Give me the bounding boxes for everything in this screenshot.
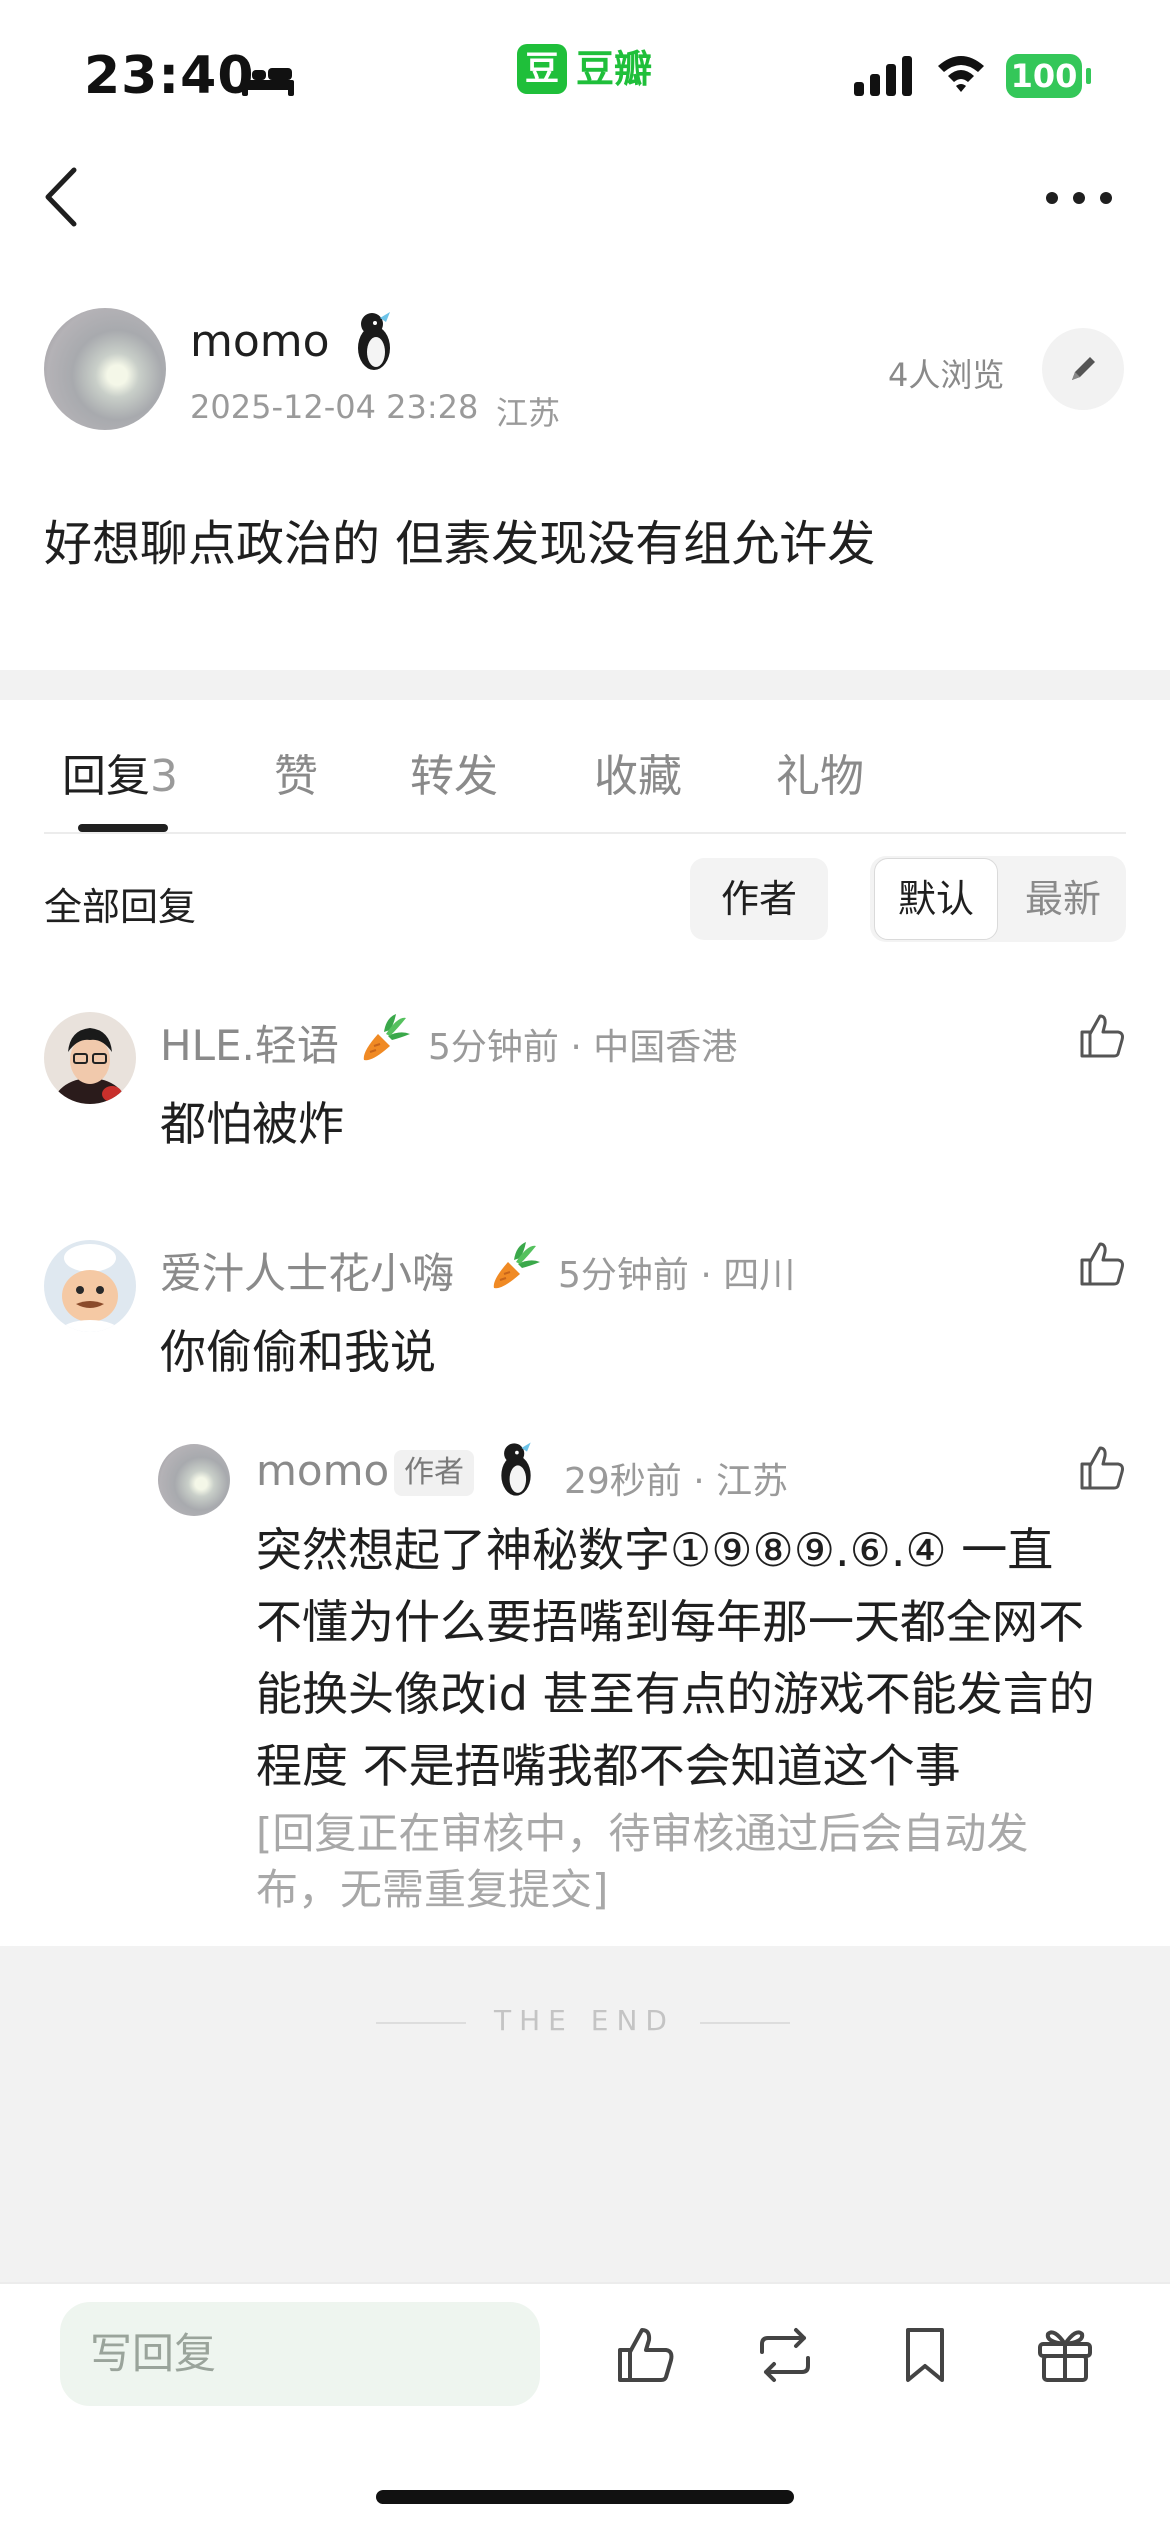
filter-author-button[interactable]: 作者 (690, 858, 828, 940)
repost-icon[interactable] (752, 2322, 818, 2388)
signal-icon (854, 56, 912, 96)
tab-replies-count: 3 (150, 751, 178, 802)
tab-likes[interactable]: 赞 (274, 740, 318, 804)
sort-latest-button[interactable]: 最新 (1004, 858, 1122, 940)
author-avatar[interactable] (44, 308, 166, 430)
reply-text: 突然想起了神秘数字①⑨⑧⑨.⑥.④ 一直 不懂为什么要捂嘴到每年那一天都全网不 … (256, 1514, 1126, 1802)
status-time: 23:40 (84, 46, 255, 106)
section-divider (0, 670, 1170, 700)
view-count: 4人浏览 (888, 356, 1005, 394)
sort-default-button[interactable]: 默认 (874, 858, 998, 940)
tab-replies[interactable]: 回复3 (62, 740, 178, 804)
thumbs-up-icon[interactable] (1076, 1010, 1128, 1062)
reply-meta: 29秒前 · 江苏 (564, 1461, 789, 1502)
comment-meta: 5分钟前 · 四川 (558, 1255, 796, 1296)
reply-input[interactable]: 写回复 (60, 2302, 540, 2406)
reply-text-line: 不懂为什么要捂嘴到每年那一天都全网不 (256, 1595, 1084, 1649)
commenter-name[interactable]: HLE.轻语 (160, 1012, 339, 1073)
end-label: THE END (494, 2004, 675, 2037)
author-name[interactable]: momo (190, 316, 330, 367)
end-divider-left (376, 2022, 466, 2024)
app-badge: 豆 (517, 44, 567, 94)
reply-author-name[interactable]: momo (256, 1446, 389, 1495)
home-indicator (376, 2490, 794, 2504)
bookmark-icon[interactable] (892, 2322, 958, 2388)
review-note-line: [回复正在审核中，待审核通过后会自动发 (256, 1809, 1029, 1858)
more-icon[interactable] (1044, 186, 1114, 210)
all-replies-label: 全部回复 (44, 885, 197, 929)
edit-button[interactable] (1042, 328, 1124, 410)
penguin-sticker-icon (501, 1442, 531, 1496)
comment-text: 都怕被炸 (160, 1097, 344, 1151)
end-divider-right (700, 2022, 790, 2024)
commenter-avatar[interactable] (44, 1240, 136, 1332)
bed-icon (242, 62, 294, 96)
thumbs-up-icon[interactable] (1076, 1238, 1128, 1290)
review-pending-note: [回复正在审核中，待审核通过后会自动发 布，无需重复提交] (256, 1806, 1116, 1918)
post-location: 江苏 (496, 394, 561, 432)
carrot-icon (363, 1014, 410, 1061)
carrot-icon (493, 1242, 540, 1289)
post-datetime: 2025-12-04 23:28 (190, 388, 479, 426)
tab-gifts[interactable]: 礼物 (776, 740, 864, 804)
reply-author-avatar[interactable] (158, 1444, 230, 1516)
user-photo-icon (44, 1012, 136, 1104)
tab-replies-label: 回复 (62, 751, 150, 802)
tab-reposts[interactable]: 转发 (410, 740, 498, 804)
post-body: 好想聊点政治的 但素发现没有组允许发 (44, 516, 876, 572)
reply-text-line: 程度 不是捂嘴我都不会知道这个事 (256, 1739, 961, 1793)
tabs-divider (44, 832, 1126, 834)
author-tag: 作者 (394, 1450, 474, 1496)
reply-text-line: 能换头像改id 甚至有点的游戏不能发言的 (256, 1667, 1095, 1721)
chef-avatar-icon (44, 1240, 136, 1332)
tab-collections[interactable]: 收藏 (594, 740, 682, 804)
comment-meta: 5分钟前 · 中国香港 (428, 1027, 738, 1068)
thumbs-up-icon[interactable] (1076, 1442, 1128, 1494)
wifi-icon (938, 56, 984, 92)
active-tab-indicator (78, 824, 168, 832)
reply-text-line: 突然想起了神秘数字①⑨⑧⑨.⑥.④ 一直 (256, 1523, 1054, 1577)
app-name: 豆瓣 (576, 47, 653, 91)
commenter-avatar[interactable] (44, 1012, 136, 1104)
battery-indicator: 100 (1006, 54, 1082, 98)
battery-tip (1086, 68, 1091, 84)
thumbs-up-icon[interactable] (612, 2322, 678, 2388)
end-section (0, 1946, 1170, 2282)
penguin-sticker-icon (358, 312, 390, 370)
pencil-icon (1072, 357, 1095, 380)
commenter-name[interactable]: 爱汁人士花小嗨 (160, 1240, 454, 1301)
back-icon[interactable] (40, 164, 84, 230)
comment-text: 你偷偷和我说 (160, 1325, 436, 1379)
gift-icon[interactable] (1032, 2322, 1098, 2388)
review-note-line: 布，无需重复提交] (256, 1865, 609, 1914)
